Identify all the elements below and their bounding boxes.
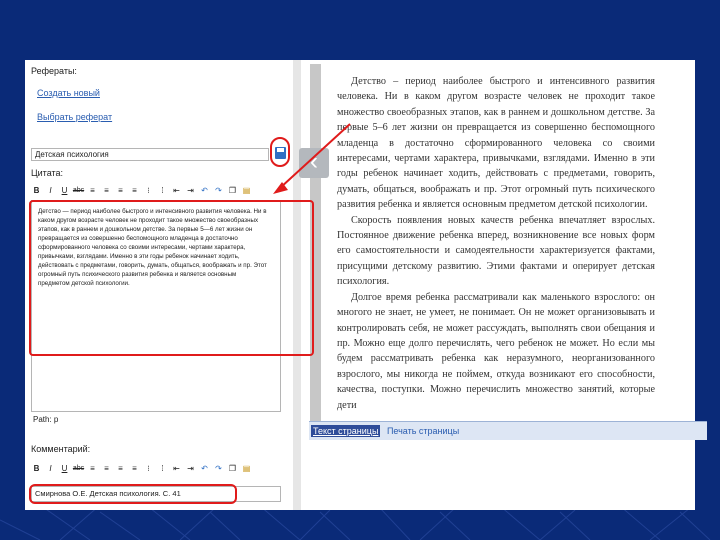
comment-align-left-icon[interactable]: ≡ xyxy=(87,463,98,474)
book-paragraph: Детство – период наиболее быстрого и инт… xyxy=(337,76,655,211)
tab-print-page[interactable]: Печать страницы xyxy=(387,426,459,436)
slide: Рефераты: Создать новый Выбрать реферат … xyxy=(25,60,707,510)
comment-bullet-list-icon[interactable]: ⁝ xyxy=(143,463,154,474)
comment-numbered-list-icon[interactable]: ⁞ xyxy=(157,463,168,474)
comment-label: Комментарий: xyxy=(31,444,91,454)
indent-icon[interactable]: ⇥ xyxy=(185,185,196,196)
comment-strike-button[interactable]: abc xyxy=(73,463,84,474)
comment-justify-icon[interactable]: ≡ xyxy=(129,463,140,474)
create-new-link[interactable]: Создать новый xyxy=(37,88,100,98)
paste-icon[interactable]: ▤ xyxy=(241,185,252,196)
italic-button[interactable]: I xyxy=(45,185,56,196)
align-left-icon[interactable]: ≡ xyxy=(87,185,98,196)
choose-referat-link[interactable]: Выбрать реферат xyxy=(37,112,112,122)
numbered-list-icon[interactable]: ⁞ xyxy=(157,185,168,196)
book-page-text: Детство – период наиболее быстрого и инт… xyxy=(337,74,655,413)
book-paragraph: Долгое время ребенка рассматривали как м… xyxy=(337,291,655,411)
copy-icon[interactable]: ❐ xyxy=(227,185,238,196)
comment-italic-button[interactable]: I xyxy=(45,463,56,474)
comment-outdent-icon[interactable]: ⇤ xyxy=(171,463,182,474)
comment-indent-icon[interactable]: ⇥ xyxy=(185,463,196,474)
underline-button[interactable]: U xyxy=(59,185,70,196)
path-label: Path: p xyxy=(33,415,59,424)
bold-button[interactable]: B xyxy=(31,185,42,196)
comment-highlight xyxy=(29,484,237,504)
comment-align-right-icon[interactable]: ≡ xyxy=(115,463,126,474)
book-paragraph: Скорость появления новых качеств ребенка… xyxy=(337,214,655,288)
topic-input[interactable]: Детская психология xyxy=(31,148,269,161)
referaty-label: Рефераты: xyxy=(31,66,77,76)
redo-icon[interactable]: ↷ xyxy=(213,185,224,196)
comment-underline-button[interactable]: U xyxy=(59,463,70,474)
comment-undo-icon[interactable]: ↶ xyxy=(199,463,210,474)
quote-highlight xyxy=(29,200,314,356)
tab-page-text[interactable]: Текст страницы xyxy=(311,425,381,437)
book-page-panel: Детство – период наиболее быстрого и инт… xyxy=(305,60,695,510)
bullet-list-icon[interactable]: ⁝ xyxy=(143,185,154,196)
comment-bold-button[interactable]: B xyxy=(31,463,42,474)
outdent-icon[interactable]: ⇤ xyxy=(171,185,182,196)
quote-toolbar: B I U abc ≡ ≡ ≡ ≡ ⁝ ⁞ ⇤ ⇥ ↶ ↷ ❐ ▤ xyxy=(31,184,281,197)
quote-label: Цитата: xyxy=(31,168,64,178)
justify-icon[interactable]: ≡ xyxy=(129,185,140,196)
comment-align-center-icon[interactable]: ≡ xyxy=(101,463,112,474)
save-icon-highlight xyxy=(270,137,290,167)
comment-toolbar: B I U abc ≡ ≡ ≡ ≡ ⁝ ⁞ ⇤ ⇥ ↶ ↷ ❐ ▤ xyxy=(31,462,281,475)
comment-paste-icon[interactable]: ▤ xyxy=(241,463,252,474)
undo-icon[interactable]: ↶ xyxy=(199,185,210,196)
align-center-icon[interactable]: ≡ xyxy=(101,185,112,196)
align-right-icon[interactable]: ≡ xyxy=(115,185,126,196)
comment-redo-icon[interactable]: ↷ xyxy=(213,463,224,474)
strike-button[interactable]: abc xyxy=(73,185,84,196)
comment-copy-icon[interactable]: ❐ xyxy=(227,463,238,474)
prev-page-button[interactable]: ‹ xyxy=(299,148,329,178)
page-tabs: Текст страницы Печать страницы xyxy=(309,421,707,440)
